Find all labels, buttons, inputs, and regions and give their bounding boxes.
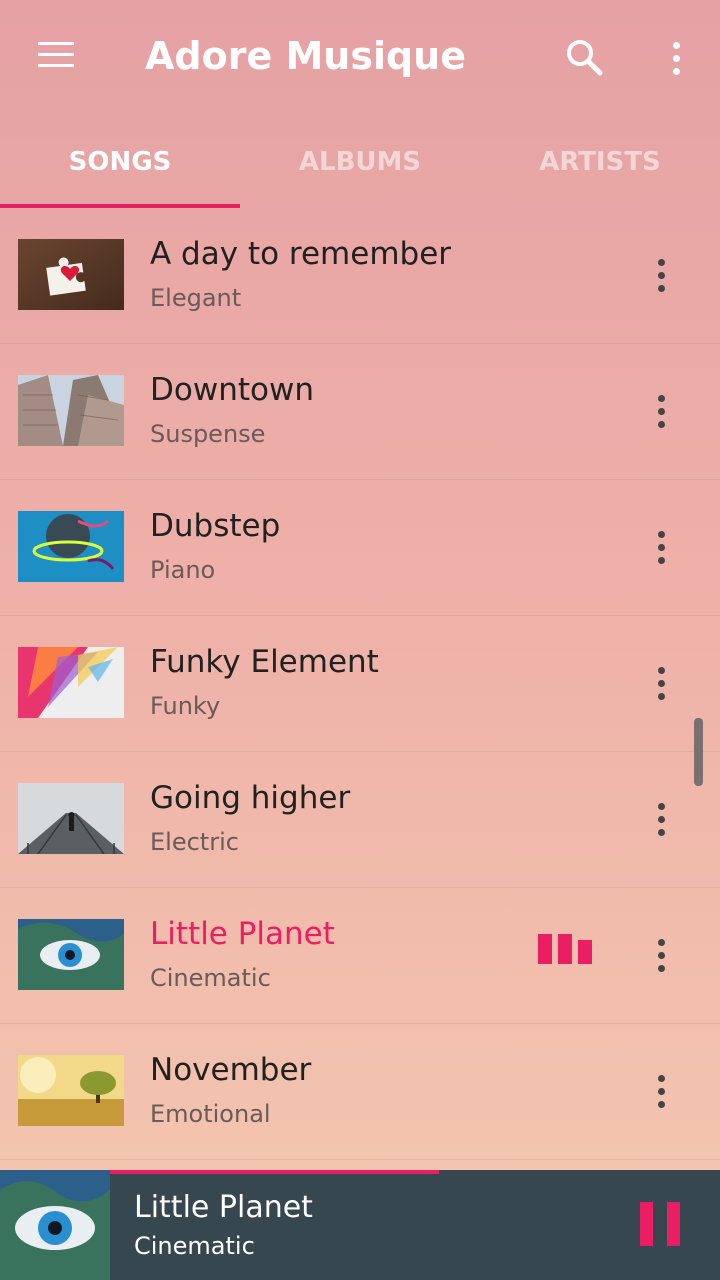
album-art-pier [18,783,124,854]
song-title: November [150,1052,312,1088]
more-vert-icon[interactable] [646,1069,676,1113]
now-playing-equalizer-icon [538,934,594,964]
song-genre: Cinematic [150,964,271,992]
tab-bar: SONGS ALBUMS ARTISTS [0,120,720,208]
song-title: A day to remember [150,236,452,272]
tab-artists[interactable]: ARTISTS [480,120,720,204]
song-genre: Emotional [150,1100,271,1128]
now-playing-genre: Cinematic [134,1232,255,1260]
song-genre: Funky [150,692,221,720]
song-genre: Piano [150,556,216,584]
search-icon[interactable] [563,36,607,80]
album-art-skyscrapers [18,375,124,446]
song-genre: Suspense [150,420,266,448]
song-genre: Elegant [150,284,242,312]
song-row[interactable]: November Emotional [0,1024,720,1160]
album-art-funky [18,647,124,718]
more-vert-icon[interactable] [662,36,690,80]
song-title: Little Planet [150,916,335,952]
tab-songs[interactable]: SONGS [0,120,240,204]
playback-progress[interactable] [110,1170,720,1174]
song-row[interactable]: Little Planet Cinematic [0,888,720,1024]
album-art-eye-earth [18,919,124,990]
app-bar: Adore Musique [0,0,720,120]
song-title: Downtown [150,372,314,408]
scrollbar-thumb[interactable] [694,718,703,786]
song-row[interactable]: Funky Element Funky [0,616,720,752]
song-list: A day to remember Elegant Downtown Suspe… [0,208,720,1160]
more-vert-icon[interactable] [646,253,676,297]
pause-icon[interactable] [636,1198,688,1250]
more-vert-icon[interactable] [646,389,676,433]
song-genre: Electric [150,828,239,856]
now-playing-album-art [0,1170,110,1280]
more-vert-icon[interactable] [646,933,676,977]
album-art-dubstep [18,511,124,582]
album-art-puzzle [18,239,124,310]
more-vert-icon[interactable] [646,661,676,705]
tab-albums[interactable]: ALBUMS [240,120,480,204]
hamburger-menu-icon[interactable] [38,42,74,72]
more-vert-icon[interactable] [646,797,676,841]
song-row[interactable]: Going higher Electric [0,752,720,888]
playback-progress-fill [110,1170,440,1174]
now-playing-title: Little Planet [134,1190,313,1225]
now-playing-bar[interactable]: Little Planet Cinematic [0,1170,720,1280]
song-row[interactable]: Dubstep Piano [0,480,720,616]
song-title: Going higher [150,780,351,816]
song-title: Funky Element [150,644,379,680]
song-row[interactable]: Downtown Suspense [0,344,720,480]
song-title: Dubstep [150,508,281,544]
song-row[interactable]: A day to remember Elegant [0,208,720,344]
app-title: Adore Musique [145,34,466,78]
more-vert-icon[interactable] [646,525,676,569]
album-art-tree [18,1055,124,1126]
